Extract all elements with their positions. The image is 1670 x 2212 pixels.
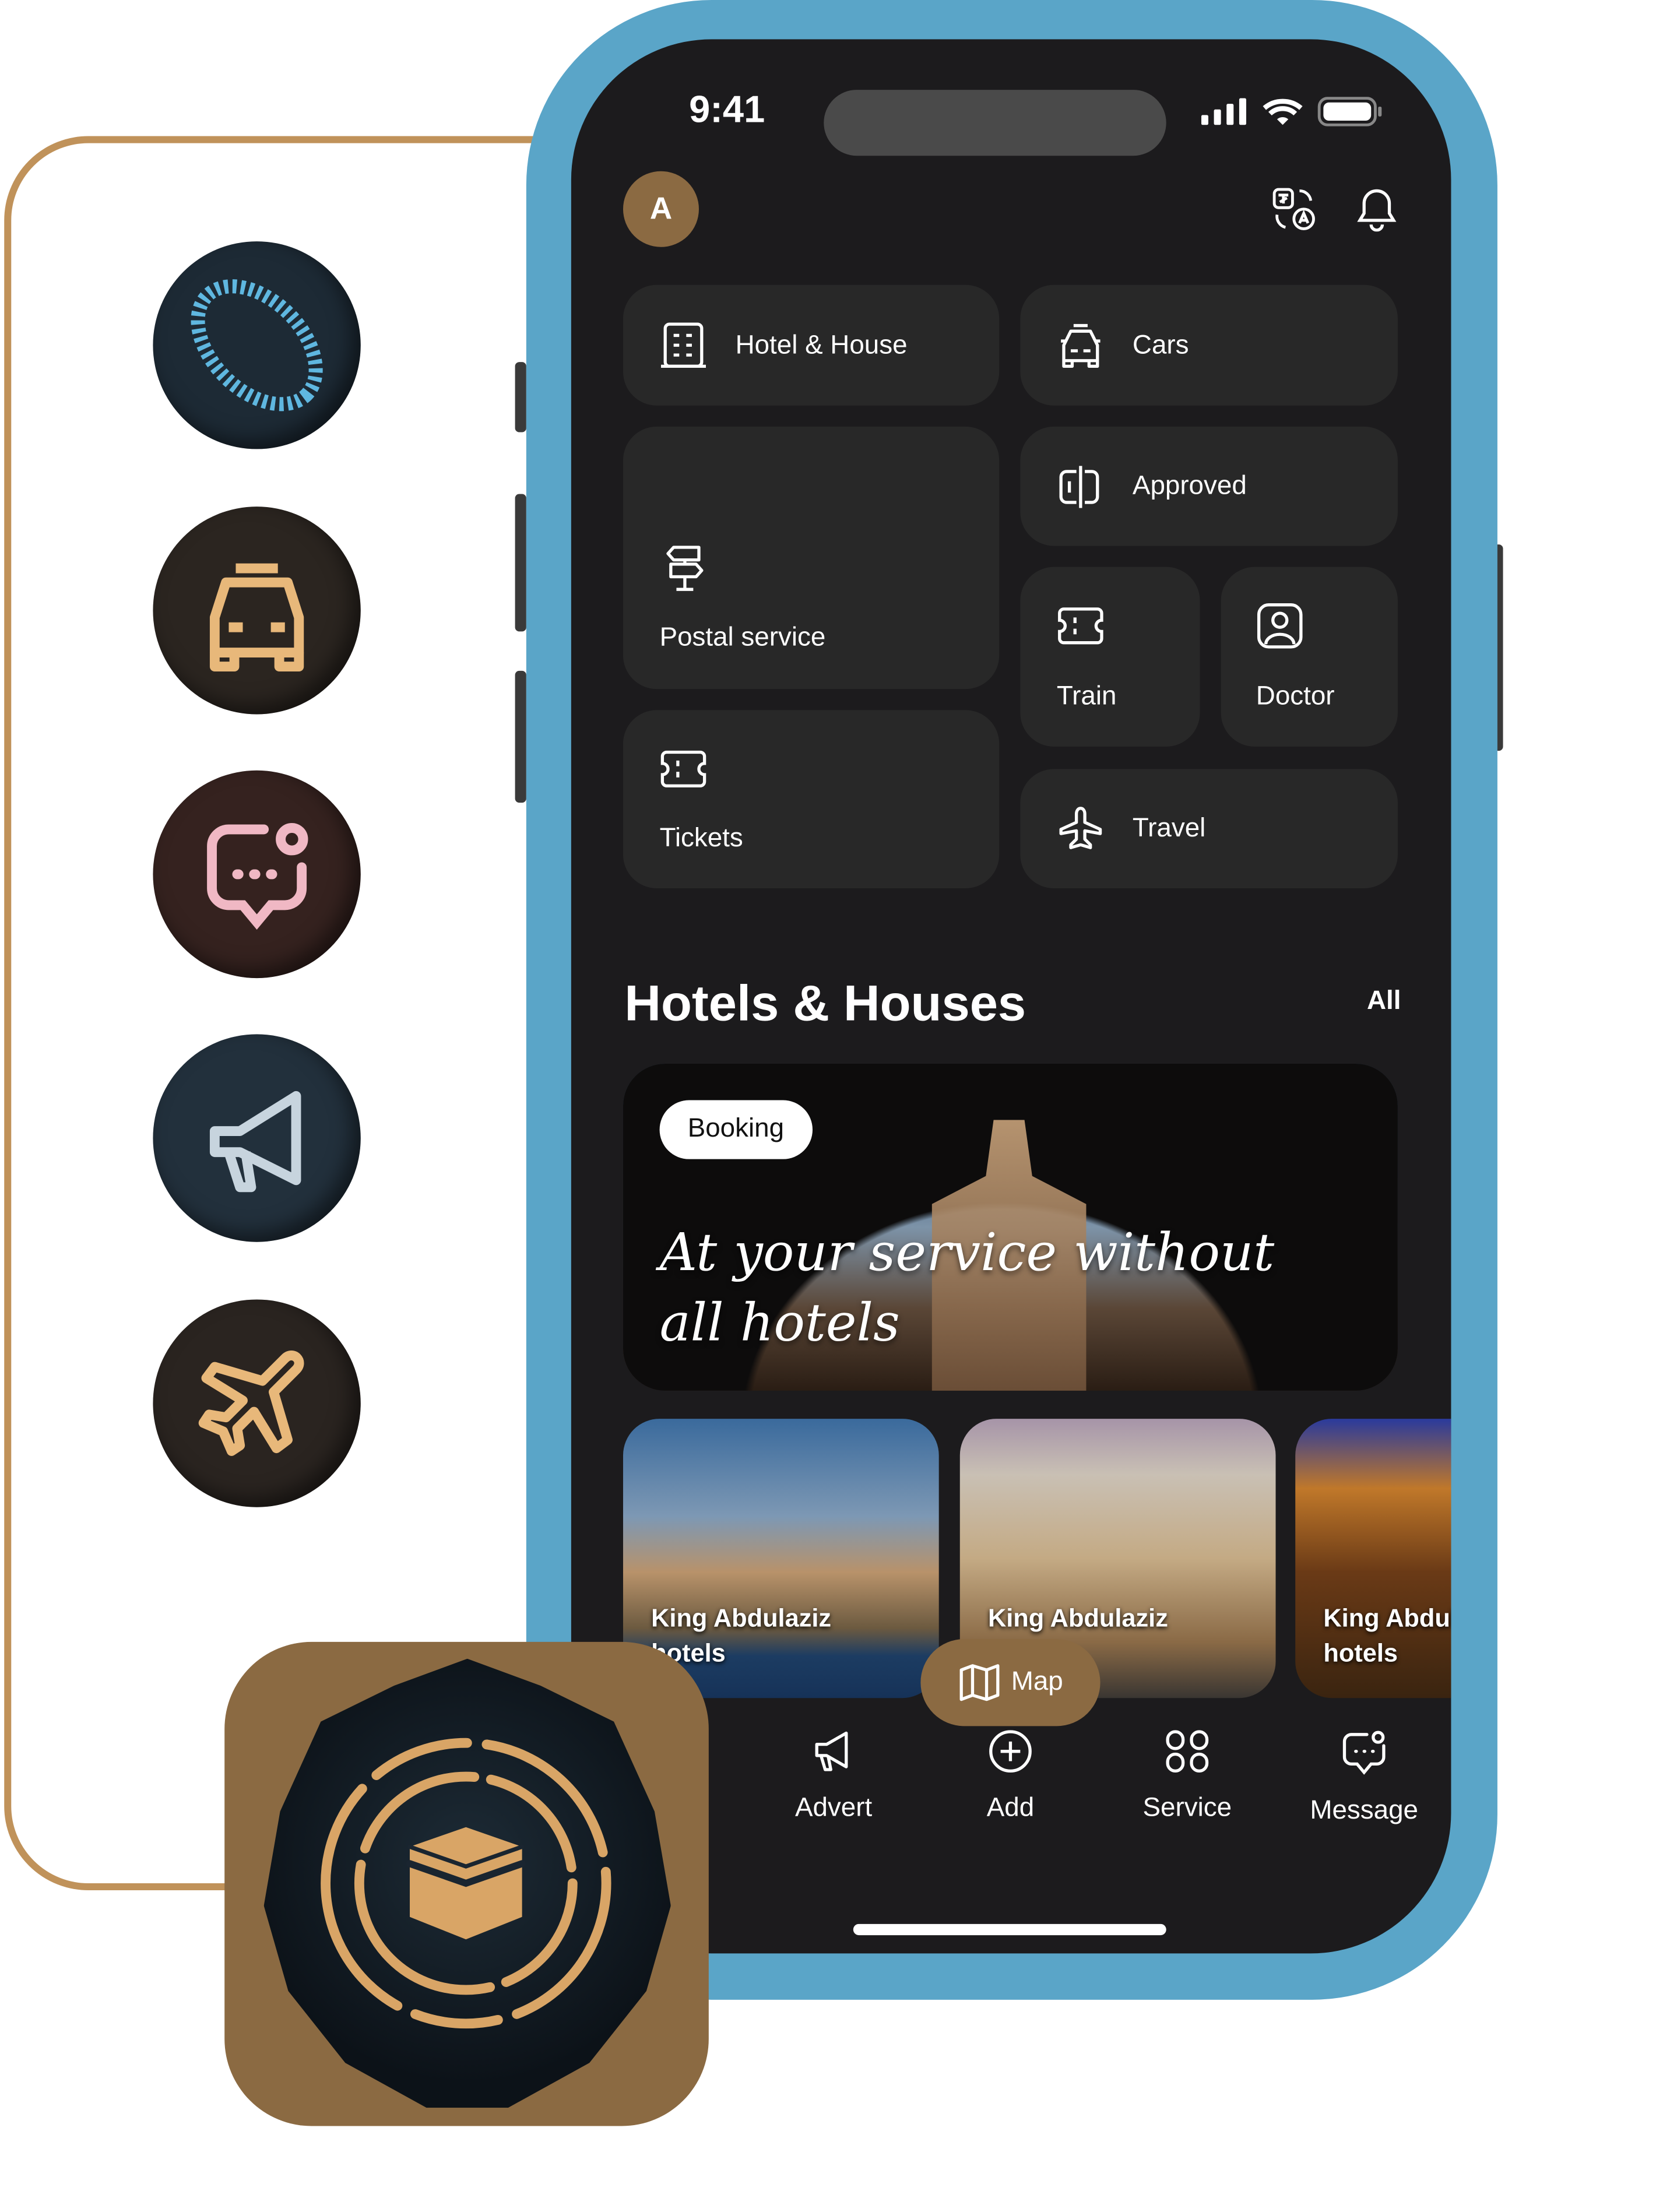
signal-icon	[1201, 98, 1246, 125]
nav-message[interactable]: Message	[1287, 1729, 1442, 1827]
hotel-card-title: King Abdulazizhotels	[651, 1603, 832, 1668]
home-indicator[interactable]	[853, 1923, 1166, 1936]
tile-label: Doctor	[1256, 682, 1335, 712]
globe-icon	[153, 241, 361, 449]
avatar-letter: A	[649, 191, 673, 226]
hotel-card[interactable]: King Abdulazizhotels	[1295, 1419, 1451, 1698]
avatar[interactable]: A	[623, 171, 699, 247]
status-icons	[1201, 97, 1382, 126]
map-icon	[959, 1664, 999, 1701]
nav-label: Advert	[794, 1793, 873, 1823]
service-doctor[interactable]: Doctor	[1221, 567, 1398, 747]
tile-label: Postal service	[659, 623, 826, 653]
banner-line-1: At your service without	[659, 1222, 1275, 1283]
status-time: 9:41	[689, 88, 765, 131]
phone-screen: 9:41 A Hotel & House Cars Postal service…	[571, 39, 1451, 1954]
nav-add[interactable]: Add	[933, 1729, 1088, 1824]
airplane-icon	[1059, 807, 1102, 849]
bell-icon[interactable]	[1357, 187, 1397, 232]
app-icon	[224, 1641, 709, 2126]
chat-icon	[153, 770, 361, 979]
tile-label: Tickets	[659, 824, 743, 853]
stage: 9:41 A Hotel & House Cars Postal service…	[0, 0, 1670, 2211]
nav-label: Service	[1142, 1793, 1232, 1823]
approved-icon	[1059, 466, 1099, 508]
banner-line-2: all hotels	[659, 1292, 900, 1353]
grid-icon	[1166, 1730, 1209, 1773]
service-tickets[interactable]: Tickets	[623, 710, 1000, 889]
hotel-card-title: King Abdulaziz	[987, 1603, 1168, 1633]
wifi-icon	[1263, 99, 1303, 125]
megaphone-icon	[153, 1034, 361, 1242]
see-all-link[interactable]: All	[1367, 987, 1401, 1018]
nav-service[interactable]: Service	[1110, 1729, 1264, 1824]
section-title: Hotels & Houses	[624, 973, 1026, 1032]
doctor-icon	[1257, 603, 1303, 649]
booking-badge: Booking	[659, 1100, 813, 1159]
service-cars[interactable]: Cars	[1020, 284, 1398, 406]
tile-label: Travel	[1132, 814, 1206, 843]
battery-icon	[1317, 97, 1382, 126]
service-postal[interactable]: Postal service	[623, 426, 1000, 690]
service-hotel-house[interactable]: Hotel & House	[623, 284, 1000, 406]
tile-label: Cars	[1132, 331, 1189, 361]
airplane-icon	[153, 1299, 361, 1507]
service-travel[interactable]: Travel	[1020, 769, 1398, 889]
volume-up-button	[515, 494, 526, 632]
dynamic-island	[824, 90, 1166, 156]
map-button[interactable]: Map	[920, 1639, 1101, 1726]
volume-down-button	[515, 670, 526, 803]
hotel-card-title: King Abdulazizhotels	[1323, 1603, 1451, 1668]
service-train[interactable]: Train	[1020, 567, 1200, 747]
service-approved[interactable]: Approved	[1020, 426, 1398, 546]
building-icon	[660, 322, 706, 368]
megaphone-icon	[815, 1731, 848, 1771]
tile-label: Hotel & House	[735, 331, 908, 361]
kaaba-icon	[321, 1738, 611, 2029]
map-button-label: Map	[1011, 1667, 1063, 1697]
nav-advert[interactable]: Advert	[757, 1729, 911, 1824]
nav-label: Add	[986, 1793, 1035, 1823]
tile-label: Train	[1056, 682, 1117, 712]
tile-label: Approved	[1132, 471, 1247, 501]
translate-icon[interactable]	[1271, 187, 1316, 231]
mute-switch	[515, 362, 526, 432]
plus-circle-icon	[989, 1730, 1032, 1773]
car-icon	[153, 507, 361, 715]
hotel-card[interactable]: King Abdulazizhotels	[623, 1419, 939, 1698]
ticket-icon	[1058, 607, 1103, 645]
ticket-icon	[660, 750, 706, 787]
signpost-icon	[666, 546, 704, 591]
message-icon	[1342, 1731, 1386, 1775]
nav-label: Message	[1310, 1796, 1418, 1826]
promo-banner[interactable]: Booking At your service without all hote…	[623, 1063, 1398, 1391]
banner-headline: At your service without all hotels	[660, 1218, 1275, 1359]
